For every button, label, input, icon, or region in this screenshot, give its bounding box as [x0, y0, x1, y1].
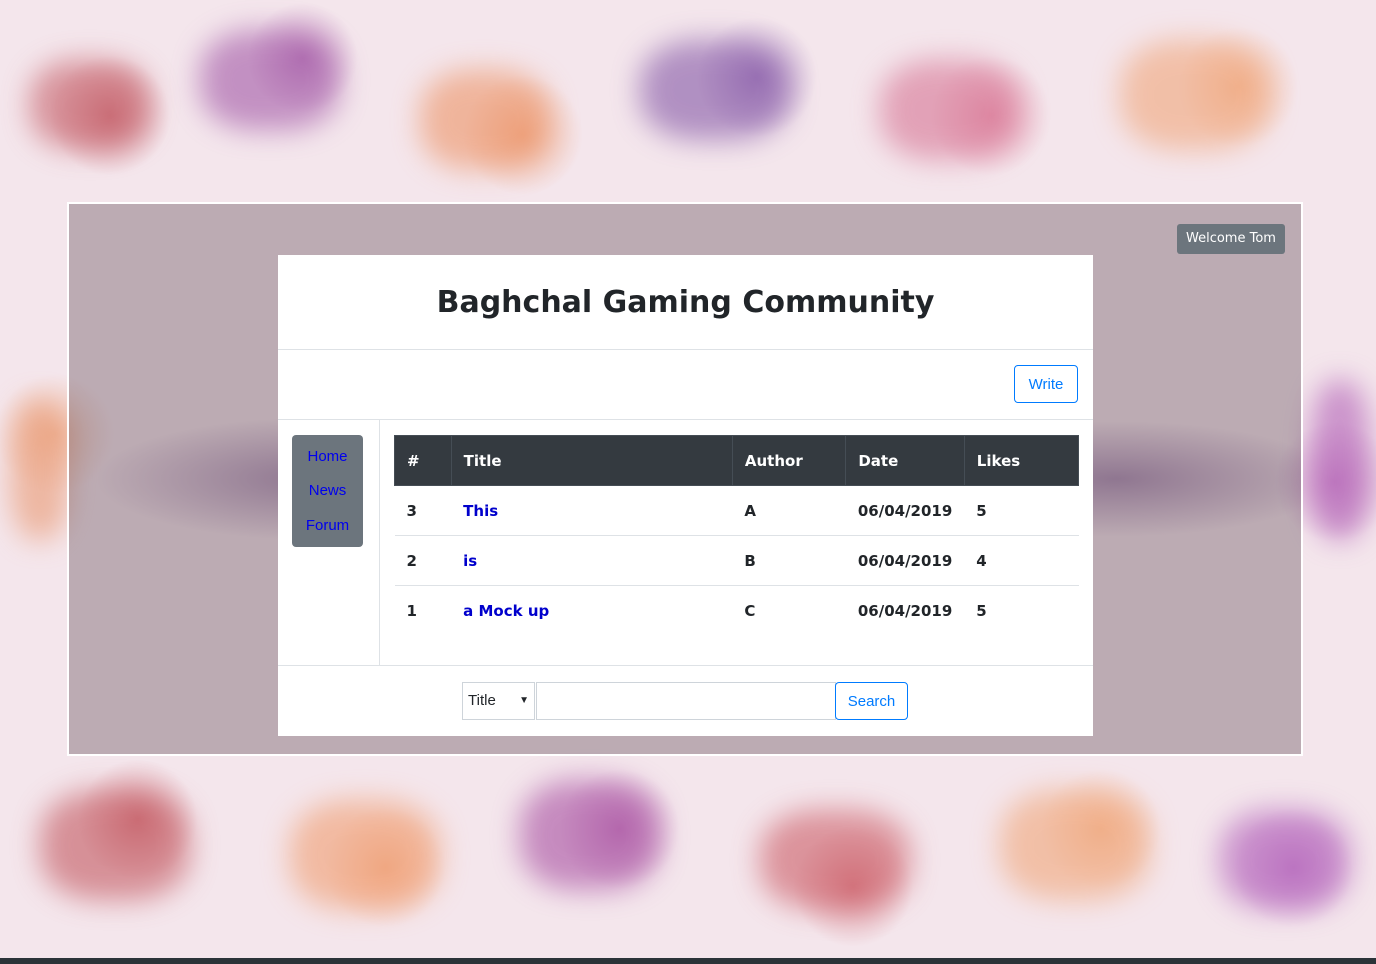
table-row: 2 is B 06/04/2019 4	[394, 535, 1079, 586]
search-input[interactable]	[536, 682, 836, 720]
sidebar-column: Home News Forum	[278, 420, 380, 665]
post-likes: 5	[964, 585, 1079, 635]
column-header-title: Title	[450, 435, 733, 486]
post-number: 2	[394, 535, 452, 586]
post-number: 1	[394, 585, 452, 635]
post-date: 06/04/2019	[845, 485, 965, 536]
post-number: 3	[394, 485, 452, 536]
content-area: Home News Forum # Title Author Date Like…	[278, 420, 1093, 666]
search-bar: Title ▼ Search	[278, 666, 1093, 735]
posts-table: # Title Author Date Likes 3 This A 06/04…	[394, 435, 1080, 635]
sidebar-nav: Home News Forum	[292, 435, 363, 547]
post-title-link[interactable]: This	[463, 502, 498, 520]
post-date: 06/04/2019	[845, 535, 965, 586]
post-author: A	[732, 485, 846, 536]
search-button[interactable]: Search	[835, 682, 908, 720]
taskbar-strip	[0, 958, 1376, 964]
column-header-date: Date	[845, 435, 965, 486]
table-header-row: # Title Author Date Likes	[394, 435, 1080, 486]
post-likes: 4	[964, 535, 1079, 586]
column-header-number: #	[394, 435, 452, 486]
column-header-author: Author	[731, 435, 847, 486]
post-likes: 5	[964, 485, 1079, 536]
column-header-likes: Likes	[963, 435, 1080, 486]
page-title: Baghchal Gaming Community	[436, 284, 935, 320]
write-button[interactable]: Write	[1014, 365, 1078, 403]
search-field-selected: Title	[468, 692, 496, 709]
sidebar-item-news[interactable]: News	[309, 482, 347, 499]
card-header: Baghchal Gaming Community	[278, 255, 1093, 350]
post-author: C	[732, 585, 846, 635]
post-title-cell: a Mock up	[451, 585, 733, 635]
welcome-badge[interactable]: Welcome Tom	[1177, 224, 1285, 254]
post-title-link[interactable]: a Mock up	[463, 602, 549, 620]
caret-down-icon: ▼	[519, 695, 529, 706]
table-row: 1 a Mock up C 06/04/2019 5	[394, 585, 1079, 635]
main-card: Baghchal Gaming Community Write Home New…	[278, 255, 1093, 736]
post-title-link[interactable]: is	[463, 552, 477, 570]
sidebar-item-forum[interactable]: Forum	[306, 517, 349, 534]
post-date: 06/04/2019	[845, 585, 965, 635]
post-author: B	[732, 535, 846, 586]
table-row: 3 This A 06/04/2019 5	[394, 485, 1079, 536]
toolbar: Write	[278, 350, 1093, 420]
search-field-select[interactable]: Title ▼	[462, 682, 535, 720]
post-title-cell: This	[451, 485, 733, 536]
post-title-cell: is	[451, 535, 733, 586]
sidebar-item-home[interactable]: Home	[307, 448, 347, 465]
